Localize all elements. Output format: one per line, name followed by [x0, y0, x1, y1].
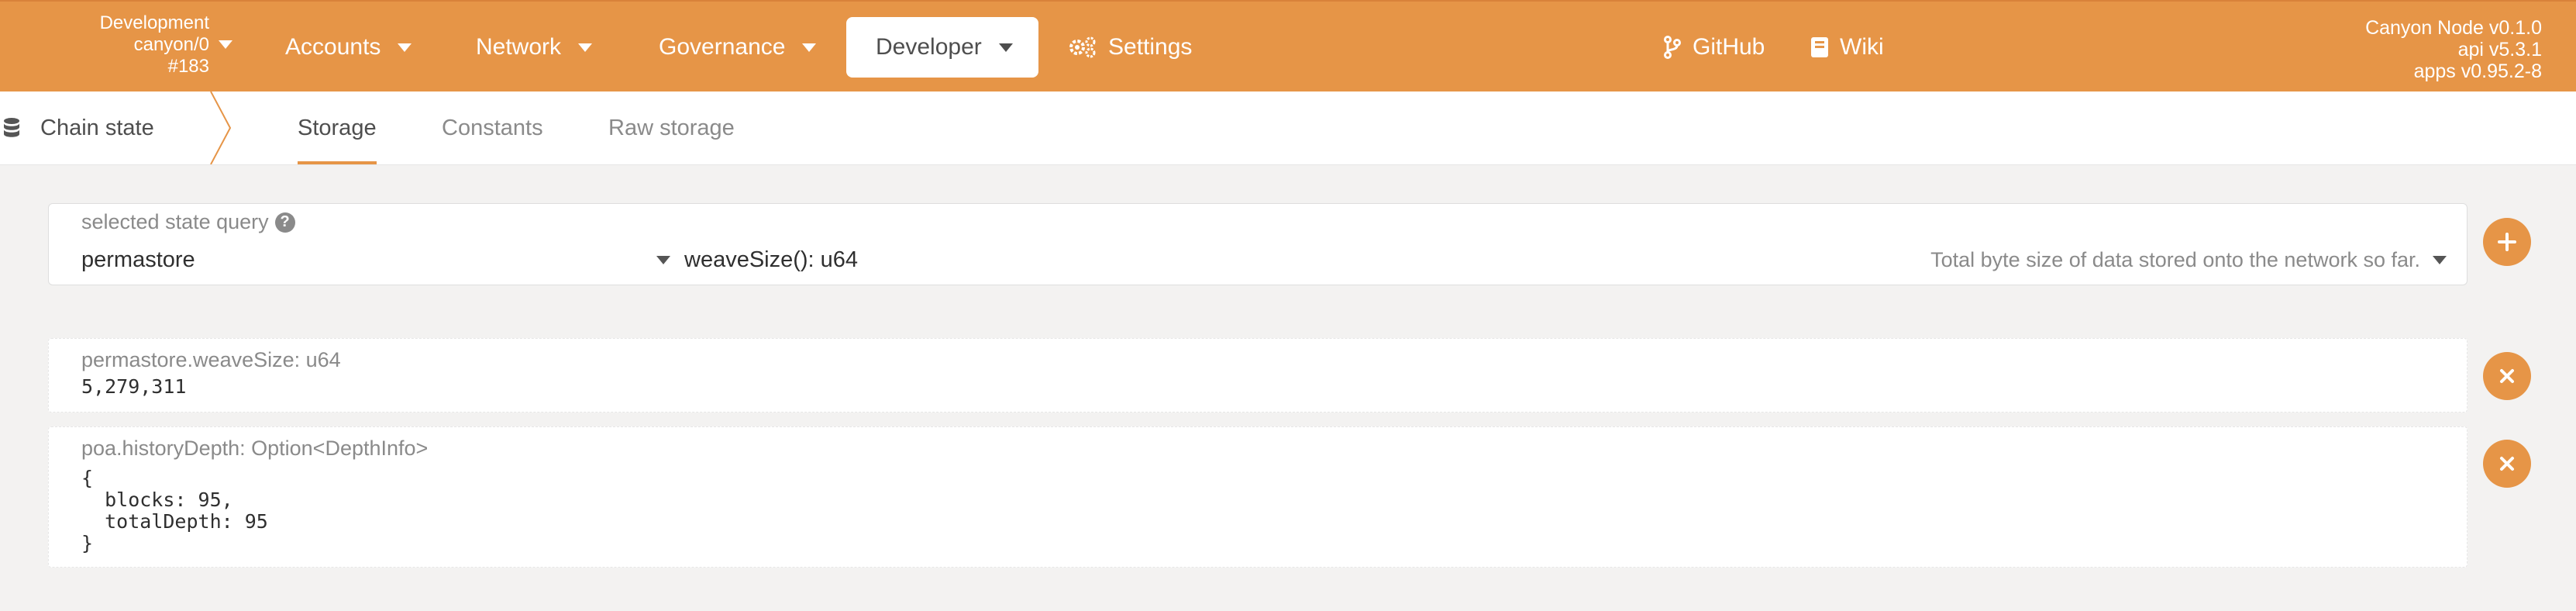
tab-bar: Chain state Storage Constants Raw storag…: [0, 91, 2576, 165]
nav-label: Governance: [659, 34, 786, 60]
nav-governance[interactable]: Governance: [629, 17, 845, 78]
chevron-down-icon: [998, 43, 1013, 52]
chevron-down-icon: [398, 43, 412, 52]
close-icon: [2500, 369, 2514, 383]
module-dropdown[interactable]: permastore: [81, 243, 670, 277]
result-value: { blocks: 95, totalDepth: 95 }: [81, 467, 268, 554]
gears-icon: [1068, 36, 1097, 59]
nav-label: Settings: [1108, 34, 1193, 60]
section-title: Chain state: [0, 91, 154, 164]
nav-label: Developer: [876, 34, 982, 60]
method-value: weaveSize(): u64: [684, 247, 859, 272]
chevron-down-icon[interactable]: [219, 40, 232, 49]
result-label: poa.historyDepth: Option<DepthInfo>: [81, 437, 429, 460]
tab-label: Constants: [442, 115, 543, 140]
tab-storage[interactable]: Storage: [298, 91, 377, 164]
method-description[interactable]: Total byte size of data stored onto the …: [1930, 243, 2447, 277]
nav-settings[interactable]: Settings: [1038, 17, 1221, 78]
database-icon: [3, 117, 20, 139]
node-version-info: Canyon Node v0.1.0 api v5.3.1 apps v0.95…: [2365, 17, 2542, 82]
tab-raw-storage[interactable]: Raw storage: [608, 91, 735, 164]
nav-label: Accounts: [285, 34, 381, 60]
query-result: permastore.weaveSize: u64 5,279,311: [48, 338, 2468, 413]
nav-wiki[interactable]: Wiki: [1781, 17, 1913, 78]
result-value: 5,279,311: [81, 375, 187, 398]
code-branch-icon: [1663, 36, 1682, 59]
nav-accounts[interactable]: Accounts: [256, 17, 441, 78]
top-navbar: Development canyon/0 #183 Accounts Netwo…: [0, 0, 2576, 91]
state-query-form: selected state query ? permastore weaveS…: [48, 203, 2468, 285]
tab-constants[interactable]: Constants: [442, 91, 543, 164]
breadcrumb-separator: [210, 91, 232, 164]
chain-network: canyon/0: [133, 34, 209, 55]
chain-name: Development: [99, 12, 209, 33]
chevron-down-icon: [578, 43, 593, 52]
book-icon: [1810, 36, 1829, 58]
remove-result-button[interactable]: [2483, 440, 2531, 488]
nav-developer[interactable]: Developer: [846, 17, 1038, 78]
query-result: poa.historyDepth: Option<DepthInfo> { bl…: [48, 426, 2468, 568]
help-icon[interactable]: ?: [274, 212, 295, 233]
method-description-text: Total byte size of data stored onto the …: [1930, 247, 2420, 271]
nav-label: Wiki: [1840, 34, 1884, 60]
module-value: permastore: [81, 247, 195, 272]
section-title-label: Chain state: [40, 115, 154, 140]
plus-icon: [2498, 233, 2516, 251]
tab-label: Storage: [298, 115, 377, 140]
query-label: selected state query ?: [81, 210, 295, 234]
nav-github[interactable]: GitHub: [1634, 17, 1794, 78]
query-label-text: selected state query: [81, 210, 269, 233]
chain-selector[interactable]: Development canyon/0 #183: [62, 12, 209, 78]
tab-label: Raw storage: [608, 115, 735, 140]
nav-label: Network: [476, 34, 562, 60]
remove-result-button[interactable]: [2483, 352, 2531, 400]
active-tab-indicator: [298, 161, 377, 164]
add-query-button[interactable]: [2483, 218, 2531, 266]
chevron-down-icon: [802, 43, 817, 52]
apps-version: apps v0.95.2-8: [2413, 60, 2542, 82]
chain-block-number: #183: [167, 56, 209, 77]
nav-label: GitHub: [1693, 34, 1765, 60]
nav-network[interactable]: Network: [446, 17, 622, 78]
chevron-down-icon: [2433, 255, 2447, 264]
node-version: Canyon Node v0.1.0: [2365, 17, 2542, 39]
chevron-down-icon: [656, 256, 670, 264]
result-label: permastore.weaveSize: u64: [81, 348, 341, 371]
close-icon: [2500, 457, 2514, 471]
api-version: api v5.3.1: [2457, 39, 2542, 60]
